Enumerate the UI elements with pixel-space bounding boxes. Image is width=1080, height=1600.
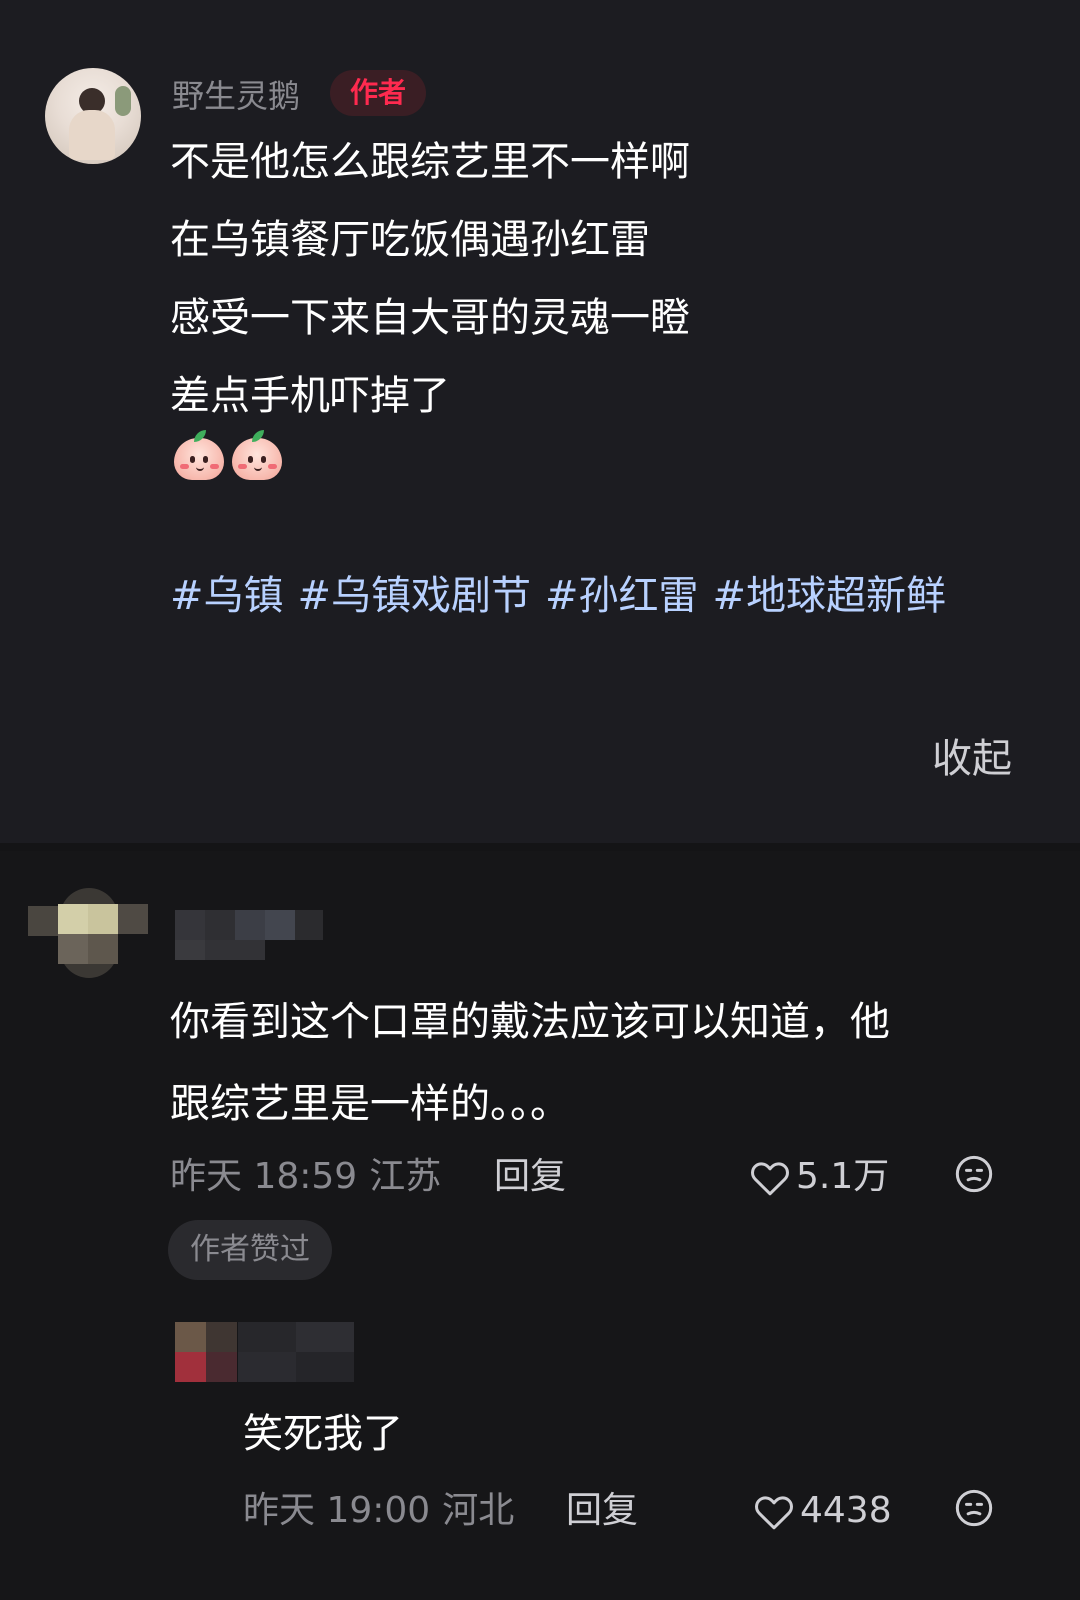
dislike-face-icon[interactable] <box>954 1154 994 1194</box>
like-count: 5.1万 <box>796 1156 890 1197</box>
hashtag-row: #乌镇 #乌镇戏剧节 #孙红雷 #地球超新鲜 <box>170 570 960 622</box>
peach-face-emoji <box>232 430 282 480</box>
like-count: 4438 <box>800 1490 892 1531</box>
reply-meta: 昨天 19:00 河北 <box>243 1488 514 1534</box>
peach-face-emoji <box>174 430 224 480</box>
hashtag-link[interactable]: #乌镇 <box>170 573 284 619</box>
author-avatar[interactable] <box>45 68 141 164</box>
author-name[interactable]: 野生灵鹅 <box>172 76 300 116</box>
hashtag-link[interactable]: #地球超新鲜 <box>713 573 947 619</box>
reply-name-blurred[interactable] <box>238 1322 354 1382</box>
post-card <box>0 0 1080 843</box>
comment-text-line-2: 跟综艺里是一样的。。。 <box>170 1081 570 1127</box>
post-line-2: 在乌镇餐厅吃饭偶遇孙红雷 <box>170 217 650 263</box>
reply-region: 河北 <box>442 1490 515 1531</box>
avatar-plant-detail <box>115 86 131 116</box>
post-line-4: 差点手机吓掉了 <box>170 373 450 419</box>
like-button[interactable]: 4438 <box>754 1488 892 1534</box>
comment-meta: 昨天 18:59 江苏 <box>170 1154 441 1200</box>
author-liked-badge: 作者赞过 <box>168 1220 332 1280</box>
comment-section <box>0 851 1080 1600</box>
comment-region: 江苏 <box>369 1156 442 1197</box>
heart-outline-icon <box>755 1496 793 1530</box>
avatar-figure-body <box>69 110 115 160</box>
collapse-button[interactable]: 收起 <box>932 735 1012 783</box>
comment-time: 昨天 18:59 <box>170 1156 358 1197</box>
reply-button[interactable]: 回复 <box>494 1154 566 1200</box>
reply-button[interactable]: 回复 <box>566 1488 638 1534</box>
heart-outline-icon <box>751 1162 789 1196</box>
section-divider <box>0 843 1080 851</box>
like-button[interactable]: 5.1万 <box>750 1154 889 1200</box>
reply-time: 昨天 19:00 <box>243 1490 431 1531</box>
author-badge: 作者 <box>330 70 426 116</box>
comment-text-line-1: 你看到这个口罩的戴法应该可以知道，他 <box>170 999 890 1045</box>
commenter-avatar-blurred[interactable] <box>28 888 148 978</box>
commenter-name-blurred[interactable] <box>175 910 323 960</box>
dislike-face-icon[interactable] <box>954 1488 994 1528</box>
hashtag-link[interactable]: #孙红雷 <box>545 573 699 619</box>
post-line-1: 不是他怎么跟综艺里不一样啊 <box>170 139 690 185</box>
hashtag-link[interactable]: #乌镇戏剧节 <box>298 573 532 619</box>
post-line-3: 感受一下来自大哥的灵魂一瞪 <box>170 295 690 341</box>
reply-avatar-blurred[interactable] <box>175 1322 237 1382</box>
reply-text: 笑死我了 <box>243 1411 403 1457</box>
